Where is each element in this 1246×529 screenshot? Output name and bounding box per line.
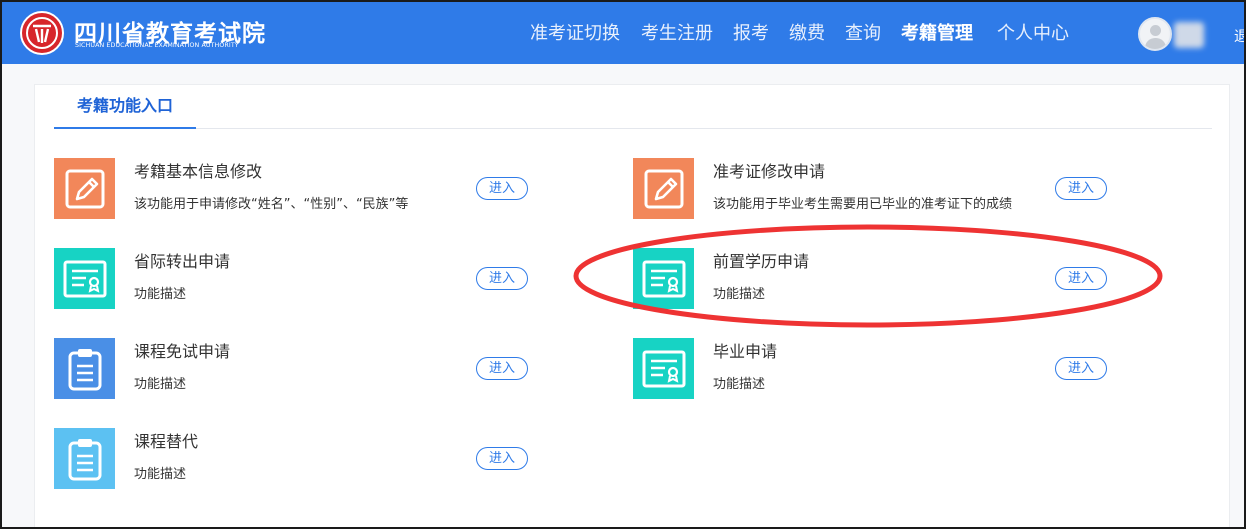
function-item: 课程免试申请 功能描述 进入 bbox=[54, 338, 534, 400]
nav-item-query[interactable]: 查询 bbox=[845, 22, 881, 46]
browser-frame: 四川省教育考试院 SICHUAN EDUCATIONAL EXAMINATION… bbox=[0, 0, 1246, 529]
function-description: 功能描述 bbox=[713, 287, 766, 302]
clipboard-icon[interactable] bbox=[54, 338, 115, 399]
function-item: 前置学历申请 功能描述 进入 bbox=[633, 248, 1113, 310]
tab-bar: 考籍功能入口 bbox=[54, 85, 1212, 129]
function-title[interactable]: 毕业申请 bbox=[713, 338, 777, 362]
function-title[interactable]: 课程免试申请 bbox=[134, 338, 230, 362]
function-item: 准考证修改申请 该功能用于毕业考生需要用已毕业的准考证下的成绩 进入 bbox=[633, 158, 1113, 220]
tab-records-entry[interactable]: 考籍功能入口 bbox=[54, 85, 196, 129]
edit-icon[interactable] bbox=[633, 158, 694, 219]
site-header: 四川省教育考试院 SICHUAN EDUCATIONAL EXAMINATION… bbox=[2, 2, 1244, 64]
records-function-panel: 考籍功能入口 考籍基本信息修改 该功能用于申请修改“姓名”、“性别”、“民族”等… bbox=[34, 84, 1230, 527]
function-title[interactable]: 课程替代 bbox=[134, 428, 198, 452]
certificate-icon[interactable] bbox=[633, 248, 694, 309]
function-item: 毕业申请 功能描述 进入 bbox=[633, 338, 1113, 400]
clipboard-icon[interactable] bbox=[54, 428, 115, 489]
function-description: 功能描述 bbox=[134, 467, 187, 482]
user-avatar-icon[interactable] bbox=[1138, 17, 1172, 51]
certificate-icon[interactable] bbox=[54, 248, 115, 309]
function-description: 功能描述 bbox=[134, 287, 187, 302]
function-item: 省际转出申请 功能描述 进入 bbox=[54, 248, 534, 310]
institution-seal-icon bbox=[20, 11, 64, 55]
function-description: 该功能用于毕业考生需要用已毕业的准考证下的成绩 bbox=[713, 197, 1013, 212]
nav-item-registration[interactable]: 考生注册 bbox=[641, 22, 713, 46]
function-description: 功能描述 bbox=[713, 377, 766, 392]
site-logo-subtitle: SICHUAN EDUCATIONAL EXAMINATION AUTHORIT… bbox=[75, 42, 239, 49]
function-item: 考籍基本信息修改 该功能用于申请修改“姓名”、“性别”、“民族”等 进入 bbox=[54, 158, 534, 220]
enter-button[interactable]: 进入 bbox=[476, 357, 528, 380]
username-redacted[interactable] bbox=[1174, 22, 1204, 48]
function-item: 课程替代 功能描述 进入 bbox=[54, 428, 534, 490]
function-description: 该功能用于申请修改“姓名”、“性别”、“民族”等 bbox=[134, 197, 409, 212]
nav-item-personal-center[interactable]: 个人中心 bbox=[997, 22, 1069, 46]
function-title[interactable]: 准考证修改申请 bbox=[713, 158, 825, 182]
enter-button[interactable]: 进入 bbox=[1055, 177, 1107, 200]
logout-link[interactable]: 退 bbox=[1234, 26, 1244, 46]
certificate-icon[interactable] bbox=[633, 338, 694, 399]
nav-item-admission-switch[interactable]: 准考证切换 bbox=[530, 22, 620, 46]
enter-button[interactable]: 进入 bbox=[476, 177, 528, 200]
enter-button[interactable]: 进入 bbox=[476, 447, 528, 470]
enter-button[interactable]: 进入 bbox=[1055, 357, 1107, 380]
enter-button[interactable]: 进入 bbox=[1055, 267, 1107, 290]
edit-icon[interactable] bbox=[54, 158, 115, 219]
nav-item-apply[interactable]: 报考 bbox=[733, 22, 769, 46]
nav-item-records-management[interactable]: 考籍管理 bbox=[901, 22, 973, 46]
enter-button[interactable]: 进入 bbox=[476, 267, 528, 290]
function-title[interactable]: 前置学历申请 bbox=[713, 248, 809, 272]
nav-item-payment[interactable]: 缴费 bbox=[789, 22, 825, 46]
function-description: 功能描述 bbox=[134, 377, 187, 392]
function-title[interactable]: 考籍基本信息修改 bbox=[134, 158, 262, 182]
function-title[interactable]: 省际转出申请 bbox=[134, 248, 230, 272]
